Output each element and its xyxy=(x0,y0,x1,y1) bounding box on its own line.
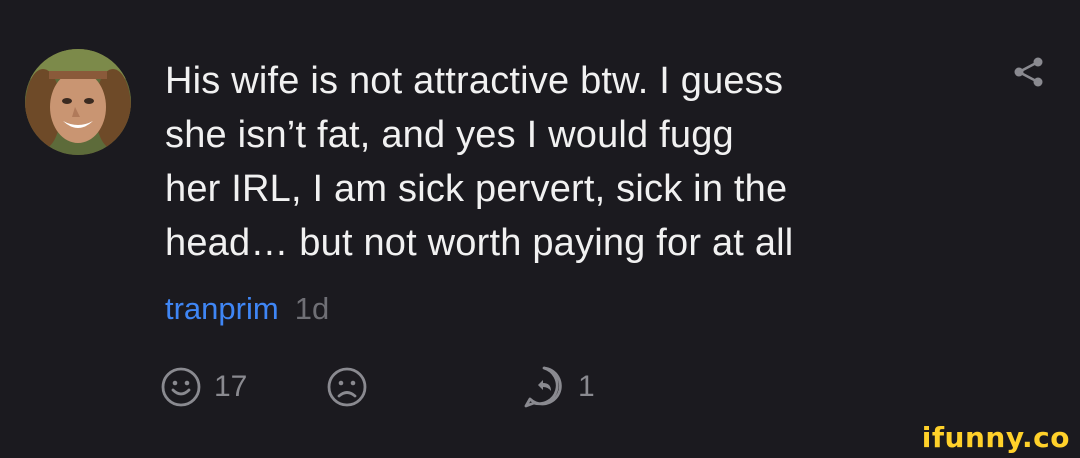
frown-button[interactable] xyxy=(326,362,368,412)
username-link[interactable]: tranprim xyxy=(165,291,279,326)
comment-card: His wife is not attractive btw. I guess … xyxy=(0,0,1080,458)
comment-meta: tranprim 1d xyxy=(165,289,329,329)
share-icon xyxy=(1014,57,1043,87)
comment-line: she isn’t fat, and yes I would fugg xyxy=(165,114,734,156)
comment-line: head… but not worth paying for at all xyxy=(165,222,794,264)
comment-line: His wife is not attractive btw. I guess xyxy=(165,60,784,102)
comment-text: His wife is not attractive btw. I guess … xyxy=(165,54,965,270)
smile-icon xyxy=(161,367,201,407)
smile-button[interactable]: 17 xyxy=(160,362,247,412)
smile-count: 17 xyxy=(214,370,248,403)
reply-button[interactable]: 1 xyxy=(522,362,595,412)
ifunny-watermark: ifunny.co xyxy=(921,421,1070,454)
share-button[interactable] xyxy=(1010,54,1046,90)
comment-timestamp: 1d xyxy=(294,291,330,326)
reply-icon xyxy=(524,366,562,408)
frown-icon xyxy=(327,367,367,407)
avatar-image xyxy=(25,49,131,155)
reply-count: 1 xyxy=(578,370,595,403)
user-avatar[interactable] xyxy=(25,49,131,155)
comment-line: her IRL, I am sick pervert, sick in the xyxy=(165,168,788,210)
